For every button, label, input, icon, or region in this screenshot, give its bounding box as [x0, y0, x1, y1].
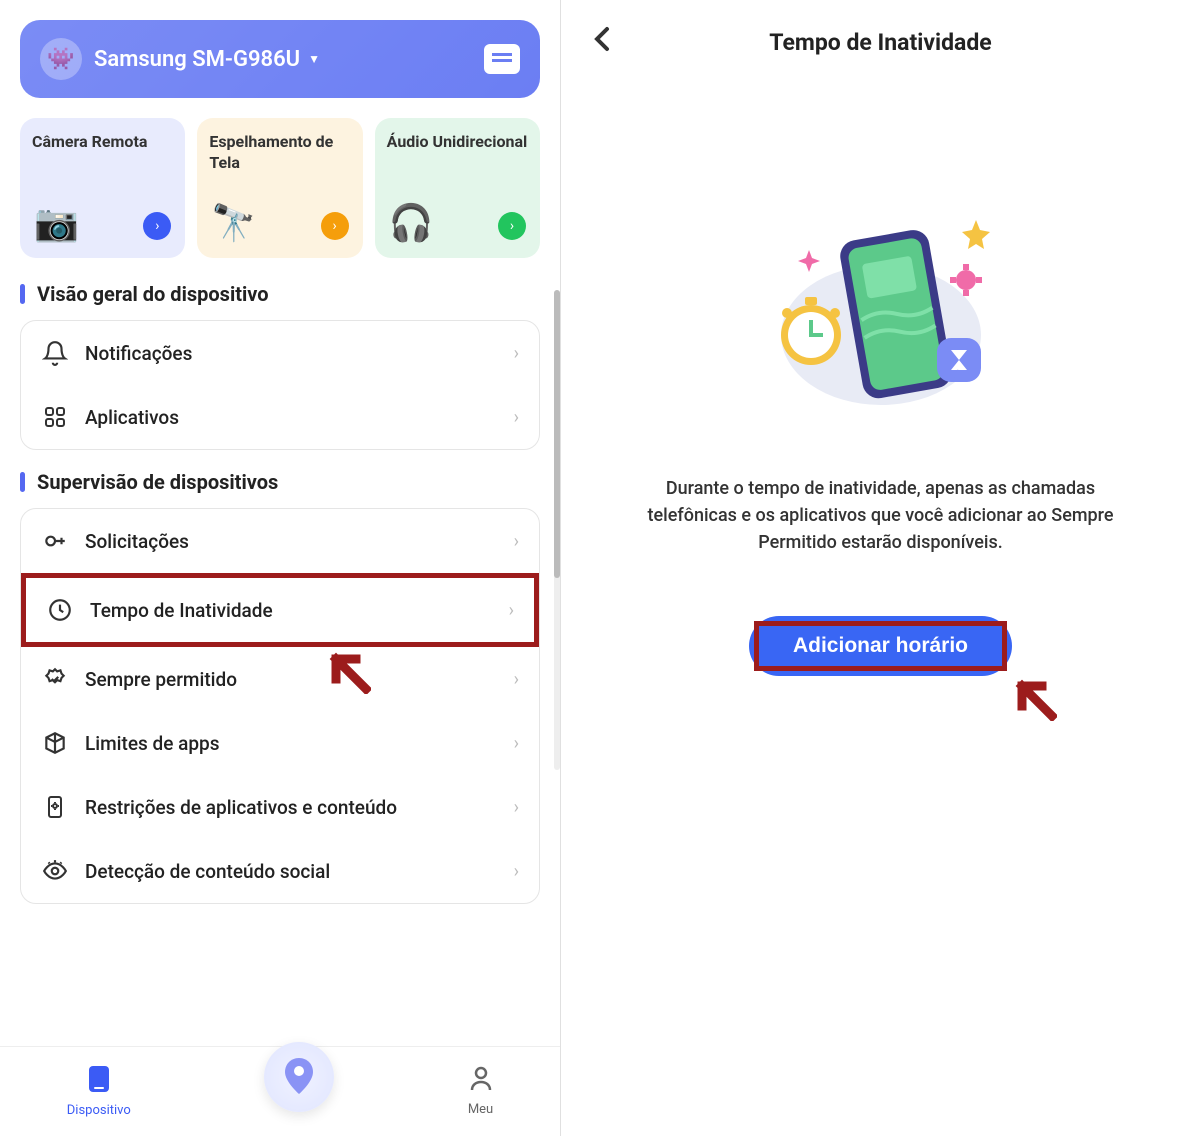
camera-icon: 📷 [34, 202, 79, 244]
chevron-right-icon: › [514, 343, 519, 364]
apps-grid-icon [41, 403, 69, 431]
page-title: Tempo de Inatividade [631, 29, 1130, 56]
chevron-right-icon: › [514, 669, 519, 690]
annotation-arrow-icon [1007, 671, 1057, 721]
list-item-label: Solicitações [85, 530, 498, 553]
list-item-label: Sempre permitido [85, 668, 498, 691]
section-accent-bar [20, 472, 25, 492]
downtime-illustration [741, 205, 1021, 435]
downtime-description: Durante o tempo de inatividade, apenas a… [641, 475, 1121, 556]
phone-settings-icon [41, 793, 69, 821]
device-icon [88, 1065, 110, 1099]
location-pin-icon [282, 1056, 316, 1098]
list-item-notifications[interactable]: Notificações › [21, 321, 539, 385]
device-name: Samsung SM-G986U [94, 47, 300, 72]
cube-icon [41, 729, 69, 757]
annotation-highlight [754, 621, 1007, 671]
clock-icon [46, 596, 74, 624]
chevron-right-icon: › [509, 600, 514, 621]
list-item-apps[interactable]: Aplicativos › [21, 385, 539, 449]
device-dashboard: 👾 Samsung SM-G986U ▼ Câmera Remota 📷 › E… [0, 0, 560, 1136]
chevron-right-icon: › [514, 407, 519, 428]
chevron-right-icon: › [514, 733, 519, 754]
arrow-right-icon: › [498, 212, 526, 240]
annotation-arrow-icon [321, 644, 371, 694]
feature-card-title: Câmera Remota [32, 132, 173, 153]
feature-card-title: Espelhamento de Tela [209, 132, 350, 174]
feature-card-camera[interactable]: Câmera Remota 📷 › [20, 118, 185, 258]
list-item-app-limits[interactable]: Limites de apps › [21, 711, 539, 775]
bell-icon [41, 339, 69, 367]
binoculars-icon: 🔭 [211, 202, 256, 244]
feature-card-mirror[interactable]: Espelhamento de Tela 🔭 › [197, 118, 362, 258]
list-item-label: Tempo de Inatividade [90, 599, 493, 622]
device-avatar-icon: 👾 [40, 38, 82, 80]
nav-center-location[interactable] [264, 1042, 334, 1112]
chevron-right-icon: › [514, 861, 519, 882]
device-selector-header[interactable]: 👾 Samsung SM-G986U ▼ [20, 20, 540, 98]
list-item-restrictions[interactable]: Restrições de aplicativos e conteúdo › [21, 775, 539, 839]
chevron-down-icon: ▼ [308, 52, 320, 66]
feature-card-row: Câmera Remota 📷 › Espelhamento de Tela 🔭… [20, 118, 540, 258]
list-item-label: Limites de apps [85, 732, 498, 755]
nav-label: Dispositivo [67, 1103, 131, 1118]
nav-label: Meu [468, 1102, 493, 1117]
add-schedule-button[interactable]: Adicionar horário [749, 616, 1012, 676]
section-title-supervision: Supervisão de dispositivos [37, 470, 278, 494]
feature-card-title: Áudio Unidirecional [387, 132, 528, 153]
chevron-right-icon: › [514, 531, 519, 552]
section-accent-bar [20, 284, 25, 304]
list-item-social-detection[interactable]: Detecção de conteúdo social › [21, 839, 539, 903]
section-title-overview: Visão geral do dispositivo [37, 282, 269, 306]
arrow-right-icon: › [321, 212, 349, 240]
person-icon [469, 1066, 493, 1098]
list-item-label: Restrições de aplicativos e conteúdo [85, 796, 498, 819]
eye-icon [41, 857, 69, 885]
list-item-requests[interactable]: Solicitações › [21, 509, 539, 573]
back-button[interactable] [591, 25, 631, 60]
chevron-left-icon [591, 25, 611, 53]
key-icon [41, 527, 69, 555]
headphones-icon: 🎧 [389, 202, 434, 244]
gear-badge-icon [41, 665, 69, 693]
list-item-always-allowed[interactable]: Sempre permitido › [21, 647, 539, 711]
chevron-right-icon: › [514, 797, 519, 818]
downtime-setup-page: Tempo de Inatividade [560, 0, 1200, 1136]
nav-item-me[interactable]: Meu [468, 1066, 493, 1117]
list-item-label: Notificações [85, 342, 498, 365]
supervision-group: Solicitações › Tempo de Inatividade › Se… [20, 508, 540, 904]
list-item-downtime[interactable]: Tempo de Inatividade › [21, 573, 539, 647]
feature-card-audio[interactable]: Áudio Unidirecional 🎧 › [375, 118, 540, 258]
nav-item-device[interactable]: Dispositivo [67, 1065, 131, 1118]
chat-icon[interactable] [484, 44, 520, 74]
arrow-right-icon: › [143, 212, 171, 240]
bottom-nav: Dispositivo Meu [0, 1046, 560, 1136]
list-item-label: Detecção de conteúdo social [85, 860, 498, 883]
overview-group: Notificações › Aplicativos › [20, 320, 540, 450]
list-item-label: Aplicativos [85, 406, 498, 429]
